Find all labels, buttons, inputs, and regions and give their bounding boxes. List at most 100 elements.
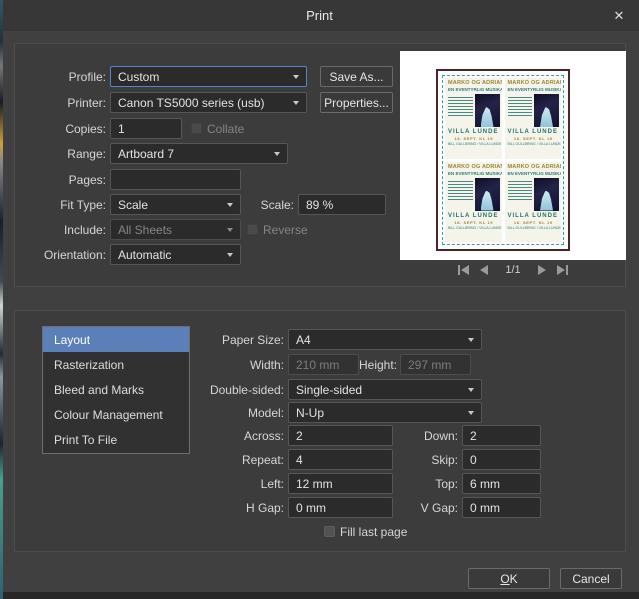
- chevron-down-icon: [293, 75, 299, 79]
- print-preview: MARKO OG ADRIANE EN EVENTYRLIG MUSIKAL V…: [400, 51, 626, 260]
- poster-subtitle: EN EVENTYRLIG MUSIKAL: [507, 170, 562, 176]
- chevron-down-icon: [293, 101, 299, 105]
- ok-button[interactable]: OK: [468, 568, 550, 589]
- chevron-down-icon: [274, 152, 280, 156]
- fit-type-value: Scale: [118, 197, 149, 212]
- double-sided-label: Double-sided:: [209, 382, 284, 397]
- chevron-down-icon: [468, 388, 474, 392]
- down-label: Down:: [423, 428, 458, 443]
- down-input[interactable]: [462, 425, 541, 446]
- poster-venue: VILLA LUNDE: [448, 212, 499, 219]
- include-label: Include:: [63, 222, 106, 237]
- top-margin-input[interactable]: [462, 473, 541, 494]
- poster-image: [474, 177, 500, 211]
- background-app-bottom: [0, 592, 639, 599]
- chevron-down-icon: [227, 228, 233, 232]
- background-app-edge: [0, 0, 3, 599]
- include-dropdown: All Sheets: [110, 219, 241, 240]
- printer-settings-panel: Profile: Custom Save As... Printer: Cano…: [14, 43, 626, 287]
- orientation-label: Orientation:: [43, 247, 106, 262]
- double-sided-value: Single-sided: [296, 382, 363, 397]
- close-icon[interactable]: ✕: [610, 7, 628, 25]
- fill-last-page-checkbox[interactable]: [324, 526, 335, 537]
- poster-date: 18. SEPT. KL 19: [513, 136, 553, 141]
- layout-settings-panel: Layout Rasterization Bleed and Marks Col…: [14, 310, 626, 552]
- dialog-titlebar: Print ✕: [0, 0, 639, 31]
- repeat-input[interactable]: [288, 449, 393, 470]
- poster-image: [534, 177, 559, 211]
- skip-input[interactable]: [462, 449, 541, 470]
- model-value: N-Up: [296, 405, 325, 420]
- poster-venue: VILLA LUNDE: [507, 129, 558, 135]
- last-page-icon[interactable]: [556, 265, 568, 275]
- properties-button[interactable]: Properties...: [320, 92, 393, 113]
- page-indicator: 1/1: [505, 264, 521, 276]
- v-gap-label: V Gap:: [420, 500, 458, 515]
- cancel-button[interactable]: Cancel: [560, 568, 622, 589]
- profile-dropdown[interactable]: Custom: [110, 66, 307, 87]
- previous-page-icon[interactable]: [480, 265, 489, 275]
- top-margin-label: Top:: [435, 476, 458, 491]
- poster-body-lines: [448, 178, 475, 211]
- next-page-icon[interactable]: [537, 265, 546, 275]
- collate-label: Collate: [207, 121, 245, 136]
- height-input: [400, 354, 471, 375]
- h-gap-label: H Gap:: [245, 500, 284, 515]
- poster-tickets: BILL GULLBRING / VILLA LUNDE: [448, 225, 502, 230]
- across-label: Across:: [243, 428, 284, 443]
- poster-date: 18. SEPT. KL 19: [454, 219, 494, 225]
- poster-body-lines: [507, 178, 535, 211]
- collate-checkbox[interactable]: [191, 123, 202, 134]
- printer-dropdown[interactable]: Canon TS5000 series (usb): [110, 92, 307, 113]
- fit-type-dropdown[interactable]: Scale: [110, 194, 241, 215]
- poster-venue: VILLA LUNDE: [448, 129, 499, 135]
- poster-body-lines: [448, 94, 475, 127]
- left-margin-label: Left:: [260, 476, 284, 491]
- poster-date: 18. SEPT. KL 19: [454, 136, 494, 141]
- double-sided-dropdown[interactable]: Single-sided: [288, 379, 482, 400]
- paper-size-label: Paper Size:: [221, 332, 284, 347]
- paper-size-value: A4: [296, 332, 311, 347]
- model-label: Model:: [247, 405, 284, 420]
- poster-title: MARKO OG ADRIANE: [507, 80, 562, 86]
- preview-page: MARKO OG ADRIANE EN EVENTYRLIG MUSIKAL V…: [436, 69, 570, 251]
- pages-label: Pages:: [68, 172, 106, 187]
- save-as-button[interactable]: Save As...: [320, 66, 393, 87]
- chevron-down-icon: [227, 253, 233, 257]
- v-gap-input[interactable]: [462, 497, 541, 518]
- left-margin-input[interactable]: [288, 473, 393, 494]
- paper-size-dropdown[interactable]: A4: [288, 329, 482, 350]
- repeat-label: Repeat:: [241, 452, 284, 467]
- orientation-dropdown[interactable]: Automatic: [110, 244, 241, 265]
- poster-body-lines: [507, 94, 535, 127]
- chevron-down-icon: [468, 338, 474, 342]
- copies-input[interactable]: [110, 118, 182, 139]
- poster-thumbnail: MARKO OG ADRIANE EN EVENTYRLIG MUSIKAL V…: [504, 161, 562, 242]
- chevron-down-icon: [227, 203, 233, 207]
- reverse-label: Reverse: [263, 222, 308, 237]
- profile-value: Custom: [118, 69, 160, 84]
- range-dropdown[interactable]: Artboard 7: [110, 143, 288, 164]
- pages-input[interactable]: [110, 169, 241, 190]
- across-input[interactable]: [288, 425, 393, 446]
- ok-rest: K: [509, 571, 518, 586]
- profile-label: Profile:: [68, 69, 106, 84]
- range-label: Range:: [67, 146, 106, 161]
- poster-thumbnail: MARKO OG ADRIANE EN EVENTYRLIG MUSIKAL V…: [445, 78, 502, 159]
- include-value: All Sheets: [118, 222, 173, 237]
- printer-label: Printer:: [67, 95, 106, 110]
- ok-mnemonic: O: [500, 571, 510, 586]
- poster-image: [474, 94, 500, 127]
- poster-tickets: BILL GULLBRING / VILLA LUNDE: [507, 142, 561, 146]
- skip-label: Skip:: [431, 452, 458, 467]
- poster-title: MARKO OG ADRIANE: [448, 80, 502, 86]
- poster-venue: VILLA LUNDE: [507, 212, 558, 219]
- chevron-down-icon: [468, 411, 474, 415]
- first-page-icon[interactable]: [458, 265, 470, 275]
- h-gap-input[interactable]: [288, 497, 393, 518]
- scale-label: Scale:: [260, 197, 294, 212]
- height-label: Height:: [359, 357, 398, 372]
- poster-tickets: BILL GULLBRING / VILLA LUNDE: [507, 225, 561, 230]
- model-dropdown[interactable]: N-Up: [288, 402, 482, 423]
- scale-input[interactable]: [298, 194, 386, 215]
